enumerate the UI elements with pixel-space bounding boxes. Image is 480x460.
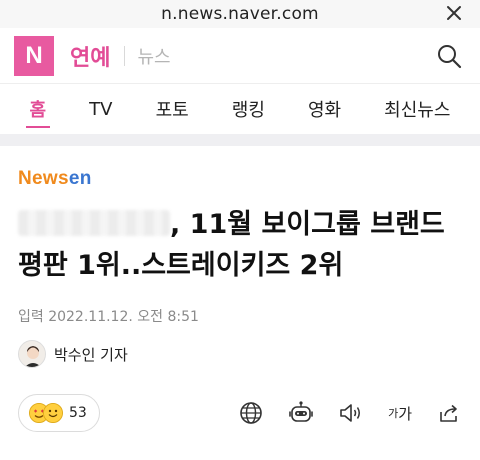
naver-logo[interactable]: N (14, 35, 54, 76)
globe-icon[interactable] (238, 400, 264, 426)
press-logo-part2: en (68, 168, 92, 189)
tab-home[interactable]: 홈 (25, 84, 50, 134)
font-size-icon[interactable]: 가가 (388, 400, 412, 426)
tab-movie[interactable]: 영화 (308, 84, 341, 134)
speaker-icon[interactable] (338, 400, 364, 426)
share-icon[interactable] (436, 400, 462, 426)
blurred-text (18, 210, 170, 236)
url-text[interactable]: n.news.naver.com (161, 4, 319, 24)
site-header: N 연예 뉴스 (0, 28, 480, 84)
tool-icons: 가가 (238, 400, 462, 426)
reaction-button[interactable]: 53 (18, 394, 100, 432)
subsection-title[interactable]: 뉴스 (137, 43, 170, 69)
font-small-label: 가 (388, 407, 399, 420)
article-toolbar: 53 가 가 (18, 394, 462, 432)
section-title[interactable]: 연예 (70, 40, 110, 72)
reporter-name[interactable]: 박수인 기자 (54, 344, 128, 365)
press-logo[interactable]: Newsen (18, 168, 462, 190)
press-logo-part1: News (18, 168, 69, 189)
reporter-info[interactable]: 박수인 기자 (18, 340, 462, 368)
reaction-count: 53 (69, 405, 87, 421)
search-icon[interactable] (436, 43, 462, 69)
font-large-label: 가 (398, 404, 412, 423)
section-divider (0, 134, 480, 146)
tab-latest-news[interactable]: 최신뉴스 (384, 84, 450, 134)
smile-emoji-icon (43, 403, 63, 423)
tab-tv[interactable]: TV (89, 84, 112, 134)
published-date: 입력 2022.11.12. 오전 8:51 (18, 309, 199, 325)
tab-ranking[interactable]: 랭킹 (232, 84, 265, 134)
header-divider (124, 45, 126, 66)
article-headline: , 11월 보이그룹 브랜드 평판 1위..스트레이키즈 2위 (18, 204, 462, 286)
browser-url-bar[interactable]: n.news.naver.com (0, 0, 480, 28)
section-tabs: 홈 TV 포토 랭킹 영화 최신뉴스 (0, 84, 480, 134)
tab-photo[interactable]: 포토 (156, 84, 189, 134)
robot-icon[interactable] (288, 400, 314, 426)
article: Newsen , 11월 보이그룹 브랜드 평판 1위..스트레이키즈 2위 입… (0, 168, 480, 368)
avatar[interactable] (18, 340, 46, 368)
close-icon[interactable] (444, 3, 464, 23)
